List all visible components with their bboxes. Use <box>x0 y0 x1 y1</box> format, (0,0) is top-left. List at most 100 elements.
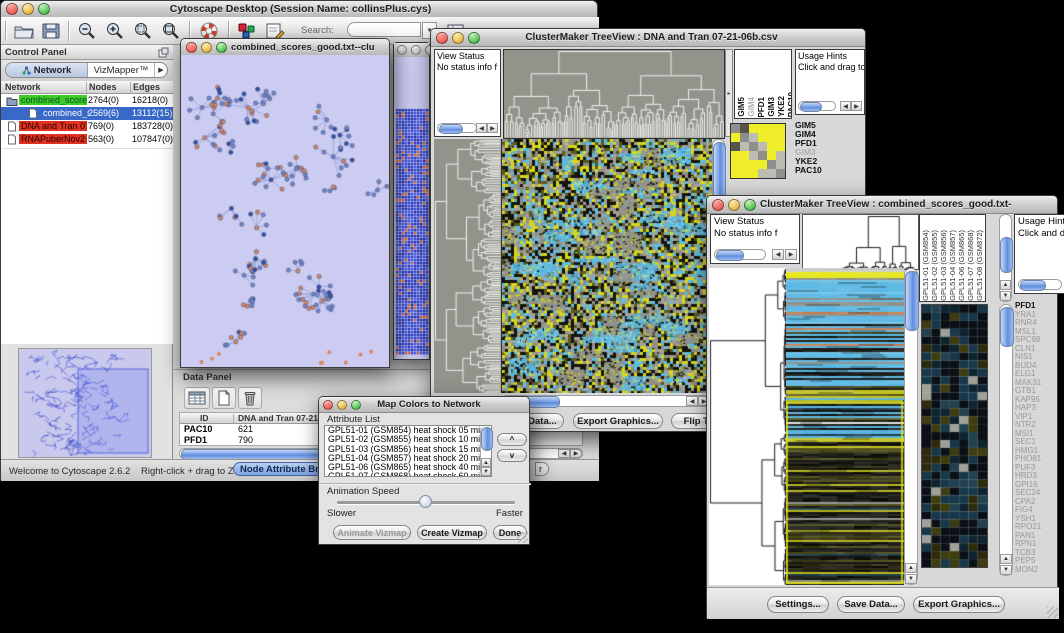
tv2-status-scrollbar[interactable] <box>714 249 766 260</box>
new-attribute-icon[interactable] <box>212 387 236 409</box>
zoom-heatmap-cell[interactable] <box>767 124 776 133</box>
tv1-heatmap[interactable] <box>501 139 712 393</box>
close-icon[interactable] <box>6 3 18 15</box>
network-row[interactable]: combined_scores2764(0)16218(0) <box>1 94 173 107</box>
save-icon[interactable] <box>38 19 64 43</box>
zoom-heatmap-cell[interactable] <box>758 160 767 169</box>
tv2-zoom-vscrollbar[interactable]: ▲ ▼ <box>999 304 1013 576</box>
sample-column-label[interactable]: GPL51-07 (GSM868) <box>966 230 975 301</box>
tab-network[interactable]: Network <box>6 63 88 77</box>
sample-column-label[interactable]: GPL51-08 (GSM872) <box>975 230 984 301</box>
scroll-up-icon[interactable]: ▲ <box>481 458 491 467</box>
scroll-down-icon[interactable]: ▼ <box>1000 565 1012 575</box>
scroll-right-icon[interactable]: ▶ <box>487 123 498 133</box>
zoom-window-icon[interactable] <box>744 199 756 211</box>
minimize-icon[interactable] <box>337 400 347 410</box>
tv1-column-dendrogram[interactable] <box>503 49 725 139</box>
heatmap-column-label[interactable]: GIM4 <box>747 97 756 117</box>
data-col-id[interactable]: ID <box>200 413 209 424</box>
delete-attribute-icon[interactable] <box>238 387 262 409</box>
tv1-vscroll-thumb[interactable] <box>713 142 726 200</box>
zoom-heatmap-cell[interactable] <box>767 151 776 160</box>
open-folder-icon[interactable] <box>10 19 38 43</box>
zoom-window-icon[interactable] <box>216 42 227 53</box>
network-overview-panel[interactable] <box>18 348 152 458</box>
tv2-hints-scrollbar[interactable] <box>1018 279 1062 290</box>
tv2-save-data-button[interactable]: Save Data... <box>837 596 905 613</box>
scroll-down-icon[interactable]: ▼ <box>481 467 491 476</box>
zoom-heatmap-cell[interactable] <box>758 151 767 160</box>
sample-column-label[interactable]: GPL51-01 (GSM854) <box>921 230 930 301</box>
attribute-list-scrollbar[interactable]: ▲ ▼ <box>480 426 491 476</box>
zoom-heatmap-cell[interactable] <box>758 169 767 178</box>
close-icon[interactable] <box>323 400 333 410</box>
col-nodes[interactable]: Nodes <box>89 81 117 94</box>
zoom-heatmap-cell[interactable] <box>731 151 740 160</box>
tv1-export-graphics-button[interactable]: Export Graphics... <box>573 413 663 429</box>
zoom-heatmap-cell[interactable] <box>776 151 785 160</box>
scroll-up-icon[interactable]: ▲ <box>905 563 917 573</box>
zoom-heatmap-cell[interactable] <box>776 169 785 178</box>
zoom-heatmap-cell[interactable] <box>740 142 749 151</box>
network-view-canvas-2[interactable] <box>394 57 429 359</box>
close-icon[interactable] <box>712 199 724 211</box>
zoom-heatmap-cell[interactable] <box>767 160 776 169</box>
move-up-button[interactable]: ^ <box>497 433 527 446</box>
heatmap-column-label[interactable]: GIM5 <box>737 97 746 117</box>
resize-grip[interactable] <box>517 532 528 543</box>
heatmap-column-label[interactable]: GIM3 <box>767 97 776 117</box>
scroll-right-icon[interactable]: ▶ <box>851 101 862 111</box>
sample-column-label[interactable]: GPL51-04 (GSM857) <box>948 230 957 301</box>
heatmap-column-label[interactable]: PAC10 <box>787 92 792 117</box>
zoom-window-icon[interactable] <box>351 400 361 410</box>
network-view-canvas-1[interactable] <box>181 55 389 367</box>
zoom-heatmap-cell[interactable] <box>749 160 758 169</box>
zoom-selected-icon[interactable] <box>129 19 157 43</box>
zoom-heatmap-cell[interactable] <box>776 124 785 133</box>
zoom-heatmap-cell[interactable] <box>731 169 740 178</box>
tv1-status-scrollbar[interactable] <box>437 123 477 133</box>
scroll-left-icon[interactable]: ◀ <box>476 123 487 133</box>
tab-vizmapper[interactable]: VizMapper™ <box>88 63 155 77</box>
tv2-settings-button[interactable]: Settings... <box>767 596 829 613</box>
tv1-hints-scrollbar[interactable] <box>798 101 836 111</box>
zoom-heatmap-cell[interactable] <box>740 133 749 142</box>
close-icon[interactable] <box>397 45 407 55</box>
close-icon[interactable] <box>186 42 197 53</box>
scroll-right-icon[interactable]: ▶ <box>570 449 582 458</box>
create-vizmap-button[interactable]: Create Vizmap <box>417 525 487 540</box>
zoom-heatmap-cell[interactable] <box>758 124 767 133</box>
tv2-zoom-heatmap[interactable] <box>921 304 988 568</box>
zoom-heatmap-cell[interactable] <box>749 142 758 151</box>
minimize-icon[interactable] <box>201 42 212 53</box>
tv1-row-dendrogram[interactable] <box>434 139 501 393</box>
tv2-export-graphics-button[interactable]: Export Graphics... <box>913 596 1005 613</box>
zoom-heatmap-cell[interactable] <box>758 142 767 151</box>
tv2-column-dendrogram[interactable] <box>802 214 919 270</box>
minimize-icon[interactable] <box>411 45 421 55</box>
zoom-heatmap-cell[interactable] <box>740 151 749 160</box>
scroll-left-icon[interactable]: ◀ <box>686 396 698 406</box>
tv2-row-dendrogram[interactable] <box>709 268 786 585</box>
scroll-up-icon[interactable]: ▲ <box>1000 554 1012 564</box>
tab-fragment[interactable]: r <box>535 462 549 476</box>
zoom-heatmap-cell[interactable] <box>758 133 767 142</box>
tv1-hscrollbar[interactable]: ◀ ▶ <box>501 395 711 407</box>
col-network[interactable]: Network <box>5 81 41 94</box>
zoom-window-icon[interactable] <box>38 3 50 15</box>
zoom-heatmap-cell[interactable] <box>749 169 758 178</box>
zoom-heatmap-cell[interactable] <box>731 133 740 142</box>
scroll-down-icon[interactable]: ▼ <box>1000 291 1011 301</box>
zoom-heatmap-cell[interactable] <box>749 151 758 160</box>
zoom-heatmap-cell[interactable] <box>731 124 740 133</box>
scroll-left-icon[interactable]: ◀ <box>772 249 784 260</box>
zoom-heatmap-cell[interactable] <box>749 133 758 142</box>
sample-column-label[interactable]: GPL51-02 (GSM855) <box>930 230 939 301</box>
list-item[interactable]: GPL51-07 (GSM868) heat shock 60 min <box>325 472 491 477</box>
scroll-right-icon[interactable]: ▶ <box>785 249 797 260</box>
heatmap-column-label[interactable]: PFD1 <box>757 97 766 117</box>
speed-slider-thumb[interactable] <box>419 495 432 508</box>
scroll-left-icon[interactable]: ◀ <box>558 449 570 458</box>
sample-column-label[interactable]: GPL51-06 (GSM865) <box>957 230 966 301</box>
zoom-heatmap-cell[interactable] <box>767 133 776 142</box>
